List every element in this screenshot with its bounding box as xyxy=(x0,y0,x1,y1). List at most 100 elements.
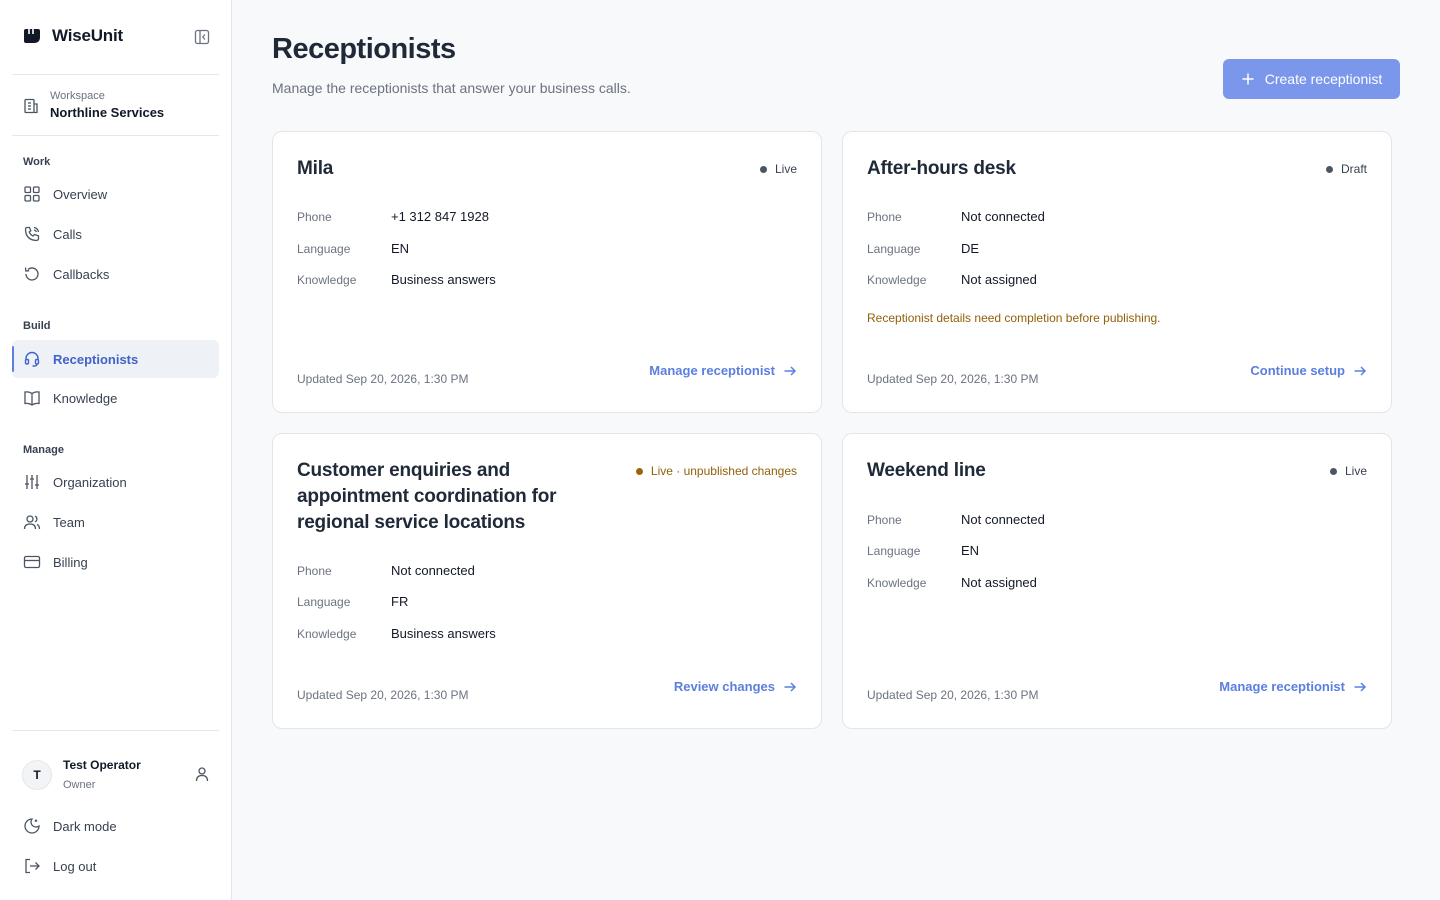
language-label: Language xyxy=(297,241,351,256)
book-icon xyxy=(24,391,40,406)
manage-receptionist-link[interactable]: Manage receptionist xyxy=(649,363,797,378)
users-icon xyxy=(23,515,41,530)
arrow-right-icon xyxy=(1354,681,1367,692)
card-link-label: Review changes xyxy=(673,679,775,694)
phone-label: Phone xyxy=(867,512,902,527)
knowledge-value: Business answers xyxy=(391,272,496,287)
language-label: Language xyxy=(867,543,921,558)
phone-label: Phone xyxy=(867,209,902,224)
receptionist-card: Weekend line Live Phone Not connected La… xyxy=(842,433,1392,729)
sidebar-collapse-icon xyxy=(194,29,210,45)
page-subtitle: Manage the receptionists that answer you… xyxy=(272,80,631,96)
sidebar-item-calls[interactable]: Calls xyxy=(12,215,219,253)
receptionist-card: Customer enquiries and appointment coord… xyxy=(272,433,822,729)
grid-icon xyxy=(24,186,40,202)
status-text: Live xyxy=(1344,464,1367,478)
plus-icon xyxy=(1242,73,1254,85)
credit-card-icon xyxy=(23,555,41,569)
user-name: Test Operator xyxy=(63,758,141,772)
status-text: Draft xyxy=(1340,162,1367,176)
receptionist-card: Mila Live Phone +1 312 847 1928 Language… xyxy=(272,131,822,413)
sidebar-item-team[interactable]: Team xyxy=(12,503,219,541)
manage-receptionist-link[interactable]: Manage receptionist xyxy=(1219,679,1367,694)
create-receptionist-button[interactable]: Create receptionist xyxy=(1223,59,1400,99)
updated-timestamp: Updated Sep 20, 2026, 1:30 PM xyxy=(297,372,469,386)
phone-label: Phone xyxy=(297,209,332,224)
building-icon xyxy=(24,98,38,114)
sidebar-divider xyxy=(12,74,219,75)
phone-value: Not connected xyxy=(961,209,1045,224)
sidebar-item-label: Team xyxy=(53,514,85,530)
collapse-sidebar-button[interactable] xyxy=(192,27,212,47)
receptionist-name: Mila xyxy=(297,158,334,179)
receptionist-name: After-hours desk xyxy=(867,158,1016,179)
status-badge: Live · unpublished changes xyxy=(635,464,797,478)
sidebar-item-organization[interactable]: Organization xyxy=(12,463,219,501)
card-link-label: Continue setup xyxy=(1250,363,1345,378)
language-row: Language EN xyxy=(297,241,409,256)
receptionist-card: After-hours desk Draft Phone Not connect… xyxy=(842,131,1392,413)
sidebar-item-overview[interactable]: Overview xyxy=(12,175,219,213)
phone-row: Phone Not connected xyxy=(867,512,1045,527)
arrow-right-icon xyxy=(784,681,797,692)
knowledge-label: Knowledge xyxy=(297,272,357,287)
language-row: Language DE xyxy=(867,241,979,256)
sidebar-item-knowledge[interactable]: Knowledge xyxy=(12,379,219,417)
user-profile: T Test Operator Owner xyxy=(22,756,218,794)
status-badge: Live xyxy=(1329,464,1367,478)
section-label-build: Build xyxy=(23,320,51,332)
continue-setup-link[interactable]: Continue setup xyxy=(1250,363,1367,378)
moon-icon xyxy=(24,818,40,834)
language-value: EN xyxy=(391,241,410,256)
card-link-label: Manage receptionist xyxy=(649,363,775,378)
sliders-icon xyxy=(25,475,39,489)
sidebar-divider xyxy=(12,135,219,136)
knowledge-value: Not assigned xyxy=(961,272,1037,287)
create-receptionist-label: Create receptionist xyxy=(1264,71,1383,87)
sidebar-item-receptionists[interactable]: Receptionists xyxy=(12,340,219,378)
status-dot xyxy=(759,165,767,173)
sidebar-item-label: Callbacks xyxy=(53,266,110,282)
logout-button[interactable]: Log out xyxy=(12,847,219,885)
language-value: FR xyxy=(391,594,409,609)
sidebar-item-label: Overview xyxy=(53,186,108,202)
updated-timestamp: Updated Sep 20, 2026, 1:30 PM xyxy=(297,688,469,702)
logout-label: Log out xyxy=(53,858,97,874)
receptionist-name: Weekend line xyxy=(867,460,986,481)
updated-timestamp: Updated Sep 20, 2026, 1:30 PM xyxy=(867,372,1039,386)
workspace-name: Northline Services xyxy=(50,105,165,120)
knowledge-value: Not assigned xyxy=(961,575,1037,590)
language-label: Language xyxy=(867,241,921,256)
dark-mode-toggle[interactable]: Dark mode xyxy=(12,807,219,845)
language-value: DE xyxy=(961,241,980,256)
page-title: Receptionists xyxy=(272,33,456,65)
user-account-icon[interactable] xyxy=(194,766,210,782)
sidebar-item-label: Organization xyxy=(53,474,127,490)
sidebar-item-label: Billing xyxy=(53,554,88,570)
review-changes-link[interactable]: Review changes xyxy=(674,679,797,694)
user-role: Owner xyxy=(63,779,96,791)
status-text: Live · unpublished changes xyxy=(650,464,797,478)
sidebar-item-label: Calls xyxy=(53,226,82,242)
sidebar-divider xyxy=(12,730,219,731)
brand[interactable]: WiseUnit xyxy=(22,24,123,48)
sidebar-item-label: Knowledge xyxy=(53,390,118,406)
phone-row: Phone Not connected xyxy=(867,209,1045,224)
sidebar-item-billing[interactable]: Billing xyxy=(12,543,219,581)
workspace-label: Workspace xyxy=(50,90,105,102)
status-badge: Draft xyxy=(1325,162,1367,176)
logout-icon xyxy=(25,858,40,874)
sidebar-item-callbacks[interactable]: Callbacks xyxy=(12,255,219,293)
status-badge: Live xyxy=(759,162,797,176)
language-row: Language EN xyxy=(867,543,979,558)
section-label-manage: Manage xyxy=(23,444,64,456)
knowledge-row: Knowledge Business answers xyxy=(297,272,496,287)
section-label-work: Work xyxy=(23,156,51,168)
brand-name: WiseUnit xyxy=(52,26,123,45)
phone-value: Not connected xyxy=(391,563,475,578)
workspace-switcher[interactable]: Workspace Northline Services xyxy=(22,86,218,126)
language-value: EN xyxy=(961,543,980,558)
phone-row: Phone +1 312 847 1928 xyxy=(297,209,489,224)
knowledge-label: Knowledge xyxy=(867,272,927,287)
phone-icon xyxy=(24,226,40,242)
